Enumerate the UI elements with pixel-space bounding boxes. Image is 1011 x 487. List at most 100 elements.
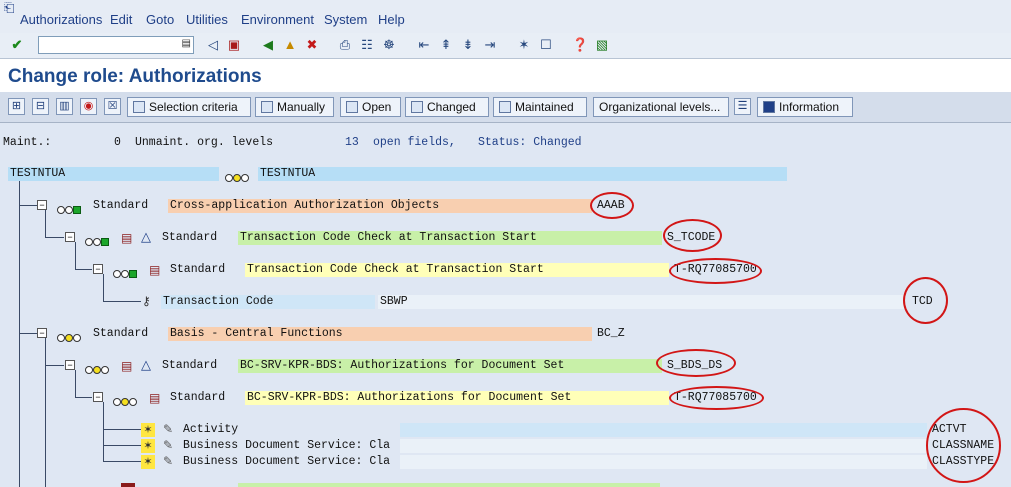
collapse-node-icon[interactable]: −: [37, 200, 47, 210]
collapse-node-icon[interactable]: −: [65, 232, 75, 242]
trash-icon[interactable]: ☒: [104, 98, 121, 115]
tree-line: [103, 274, 104, 302]
field-value[interactable]: [400, 455, 927, 469]
field-label: Activity: [183, 423, 239, 436]
application-toolbar: ⊞ ⊟ ▥ ◉ ☒ Selection criteria Manually Op…: [0, 92, 1011, 123]
selection-criteria-icon: [133, 101, 145, 113]
help-icon[interactable]: ❓: [572, 37, 588, 53]
tree-line: [75, 397, 92, 398]
tree-line: [75, 370, 76, 398]
expand-all-icon[interactable]: ⊞: [8, 98, 25, 115]
back-icon[interactable]: ◀: [260, 37, 276, 53]
create-session-icon[interactable]: ✶: [516, 37, 532, 53]
collapse-node-icon[interactable]: −: [65, 360, 75, 370]
find-next-icon[interactable]: ☸: [381, 37, 397, 53]
first-page-icon[interactable]: ⇤: [416, 37, 432, 53]
org-level-person-icon[interactable]: △: [141, 358, 157, 372]
profile-icon[interactable]: ▤: [149, 263, 163, 277]
row-status-label: Standard: [162, 359, 218, 372]
collapse-node-icon[interactable]: −: [93, 392, 103, 402]
maintained-button[interactable]: Maintained: [493, 97, 587, 117]
collapse-all-icon[interactable]: ⊟: [32, 98, 49, 115]
menu-authorizations[interactable]: Authorizations: [20, 12, 102, 27]
shortcut-icon[interactable]: ☐: [538, 37, 554, 53]
tree-line: [103, 301, 141, 302]
deactivate-icon[interactable]: ◉: [80, 98, 97, 115]
cancel-icon[interactable]: ✖: [304, 37, 320, 53]
menu-system[interactable]: System: [324, 12, 367, 27]
save-icon[interactable]: ▣: [226, 37, 242, 53]
open-fields-count: 13: [345, 136, 359, 149]
menu-goto[interactable]: Goto: [146, 12, 174, 27]
required-star-icon: ✶: [141, 455, 155, 469]
information-icon: [763, 101, 775, 113]
command-field[interactable]: ▤: [38, 36, 194, 54]
authorization-text: Transaction Code Check at Transaction St…: [245, 263, 669, 277]
tree-line: [19, 205, 37, 206]
generate-profile-icon[interactable]: ▥: [56, 98, 73, 115]
root-role-description: TESTNTUA: [258, 167, 787, 181]
tree-line: [103, 461, 141, 462]
list-icon[interactable]: ☰: [734, 98, 751, 115]
org-level-person-icon[interactable]: △: [141, 230, 157, 244]
row-status-label: Standard: [170, 263, 226, 276]
key-icon[interactable]: ⚷: [142, 294, 160, 308]
layout-menu-icon[interactable]: ▧: [594, 37, 610, 53]
menu-environment[interactable]: Environment: [241, 12, 314, 27]
object-class-code: BC_Z: [597, 327, 625, 340]
profile-icon[interactable]: ▤: [149, 391, 163, 405]
last-page-icon[interactable]: ⇥: [482, 37, 498, 53]
menu-utilities[interactable]: Utilities: [186, 12, 228, 27]
pencil-icon[interactable]: ✎: [163, 422, 177, 436]
enter-icon[interactable]: ✔: [9, 37, 25, 53]
traffic-light-green-icon: [113, 265, 137, 283]
field-value[interactable]: [400, 423, 927, 437]
profile-icon[interactable]: ▤: [121, 359, 135, 373]
print-icon[interactable]: ⎙: [337, 37, 353, 53]
menu-help[interactable]: Help: [378, 12, 405, 27]
root-role-name: TESTNTUA: [8, 167, 219, 181]
back-arrow-icon[interactable]: ◁: [205, 37, 221, 53]
annotation-circle: [656, 349, 736, 377]
root-traffic-light-icon: [225, 169, 249, 187]
row-status-label: Standard: [93, 199, 149, 212]
tree-line: [19, 181, 20, 487]
profile-icon[interactable]: ▤: [121, 231, 135, 245]
collapse-node-icon[interactable]: −: [93, 264, 103, 274]
collapse-node-icon[interactable]: −: [37, 328, 47, 338]
auth-object-text: [238, 483, 660, 487]
next-page-icon[interactable]: ⇟: [460, 37, 476, 53]
selection-criteria-button[interactable]: Selection criteria: [127, 97, 251, 117]
pencil-icon[interactable]: ✎: [163, 438, 177, 452]
find-icon[interactable]: ☷: [359, 37, 375, 53]
traffic-light-green-icon: [57, 201, 81, 219]
pencil-icon[interactable]: ✎: [163, 454, 177, 468]
traffic-light-yellow-icon: [113, 393, 137, 411]
tree-line: [19, 333, 37, 334]
open-fields-label: open fields,: [373, 136, 456, 149]
object-class-text: Cross-application Authorization Objects: [168, 199, 592, 213]
command-dropdown-icon[interactable]: ▤: [182, 38, 191, 49]
maintained-icon: [499, 101, 511, 113]
field-value[interactable]: [400, 439, 927, 453]
sap-logo-icon[interactable]: ⎗: [4, 0, 14, 16]
field-label: Business Document Service: Cla: [183, 439, 391, 452]
manually-button[interactable]: Manually: [255, 97, 334, 117]
status-text: Status: Changed: [478, 136, 582, 149]
changed-icon: [411, 101, 423, 113]
field-value[interactable]: SBWP: [378, 295, 905, 309]
row-status-label: Standard: [162, 231, 218, 244]
row-status-label: Standard: [170, 391, 226, 404]
profile-icon: [121, 483, 135, 487]
annotation-circle: [926, 408, 1001, 483]
organizational-levels-button[interactable]: Organizational levels...: [593, 97, 729, 117]
open-button[interactable]: Open: [340, 97, 401, 117]
menu-edit[interactable]: Edit: [110, 12, 132, 27]
information-button[interactable]: Information: [757, 97, 853, 117]
authorization-text: BC-SRV-KPR-BDS: Authorizations for Docum…: [245, 391, 669, 405]
exit-icon[interactable]: ▲: [282, 37, 298, 53]
changed-button[interactable]: Changed: [405, 97, 489, 117]
previous-page-icon[interactable]: ⇞: [438, 37, 454, 53]
annotation-circle: [663, 219, 722, 252]
tree-line: [103, 445, 141, 446]
